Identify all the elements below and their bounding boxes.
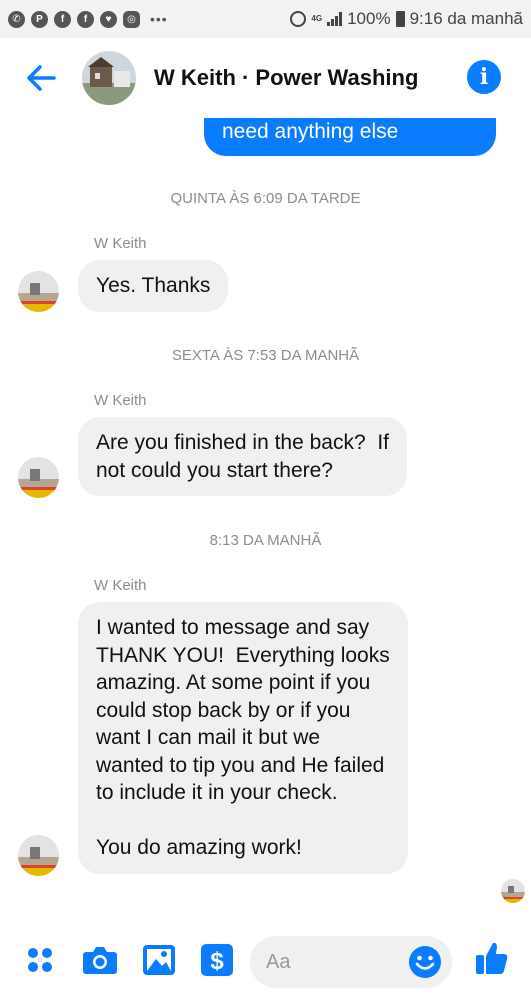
- incoming-message[interactable]: Yes. Thanks: [78, 260, 229, 312]
- notification-icons: ✆ P f f ♥ ◎ •••: [8, 10, 168, 28]
- arrow-left-icon: [27, 65, 56, 91]
- svg-text:$: $: [210, 948, 224, 975]
- back-button[interactable]: [0, 38, 82, 118]
- gallery-icon: [143, 945, 175, 975]
- contact-avatar[interactable]: [82, 51, 136, 105]
- facebook-icon: f: [77, 10, 94, 28]
- camera-icon: [83, 947, 117, 974]
- timestamp: SEXTA ÀS 7:53 DA MANHÃ: [171, 347, 360, 364]
- facebook-icon: f: [54, 10, 71, 28]
- battery-percent: 100%: [347, 9, 391, 28]
- heart-icon: ♥: [100, 10, 117, 28]
- signal-icon: [327, 12, 343, 26]
- status-bar: ✆ P f f ♥ ◎ ••• 4G 100% 9:16 da manhã: [0, 0, 531, 38]
- gallery-button[interactable]: [141, 942, 177, 978]
- message-input[interactable]: [266, 948, 406, 976]
- clock: 9:16 da manhã: [409, 9, 523, 28]
- like-button[interactable]: [474, 940, 510, 976]
- info-button[interactable]: i: [467, 60, 501, 94]
- message-composer: $: [0, 928, 531, 1000]
- payment-button[interactable]: $: [199, 942, 235, 978]
- alarm-icon: [290, 11, 307, 27]
- sender-avatar[interactable]: [18, 271, 59, 312]
- sender-name: W Keith: [94, 392, 147, 409]
- incoming-message[interactable]: I wanted to message and say THANK YOU! E…: [78, 602, 408, 874]
- camera-button[interactable]: [82, 942, 118, 978]
- battery-icon: [395, 11, 405, 27]
- whatsapp-icon: ✆: [8, 10, 25, 28]
- apps-button[interactable]: [22, 942, 58, 978]
- conversation-header: W Keith · Power Washing i: [0, 38, 531, 118]
- incoming-message[interactable]: Are you finished in the back? If not cou…: [78, 417, 408, 496]
- pinterest-icon: P: [31, 10, 48, 28]
- read-receipt-avatar: [501, 879, 525, 903]
- sender-name: W Keith: [94, 577, 147, 594]
- outgoing-message[interactable]: need anything else: [204, 118, 496, 156]
- conversation-title[interactable]: W Keith · Power Washing: [154, 65, 418, 91]
- sender-avatar[interactable]: [18, 457, 59, 498]
- sender-avatar[interactable]: [18, 835, 59, 876]
- thumbs-up-icon: [476, 942, 508, 974]
- timestamp: QUINTA ÀS 6:09 DA TARDE: [170, 190, 361, 207]
- more-notifications-icon: •••: [150, 11, 168, 27]
- apps-icon: [28, 948, 52, 972]
- timestamp: 8:13 DA MANHÃ: [209, 532, 322, 549]
- emoji-icon[interactable]: [408, 945, 442, 979]
- sender-name: W Keith: [94, 235, 147, 252]
- info-icon: i: [479, 64, 489, 90]
- message-input-container[interactable]: [250, 936, 452, 988]
- instagram-icon: ◎: [123, 10, 140, 28]
- message-thread[interactable]: need anything else QUINTA ÀS 6:09 DA TAR…: [0, 118, 531, 928]
- network-type: 4G: [311, 14, 323, 23]
- payment-icon: $: [201, 944, 233, 976]
